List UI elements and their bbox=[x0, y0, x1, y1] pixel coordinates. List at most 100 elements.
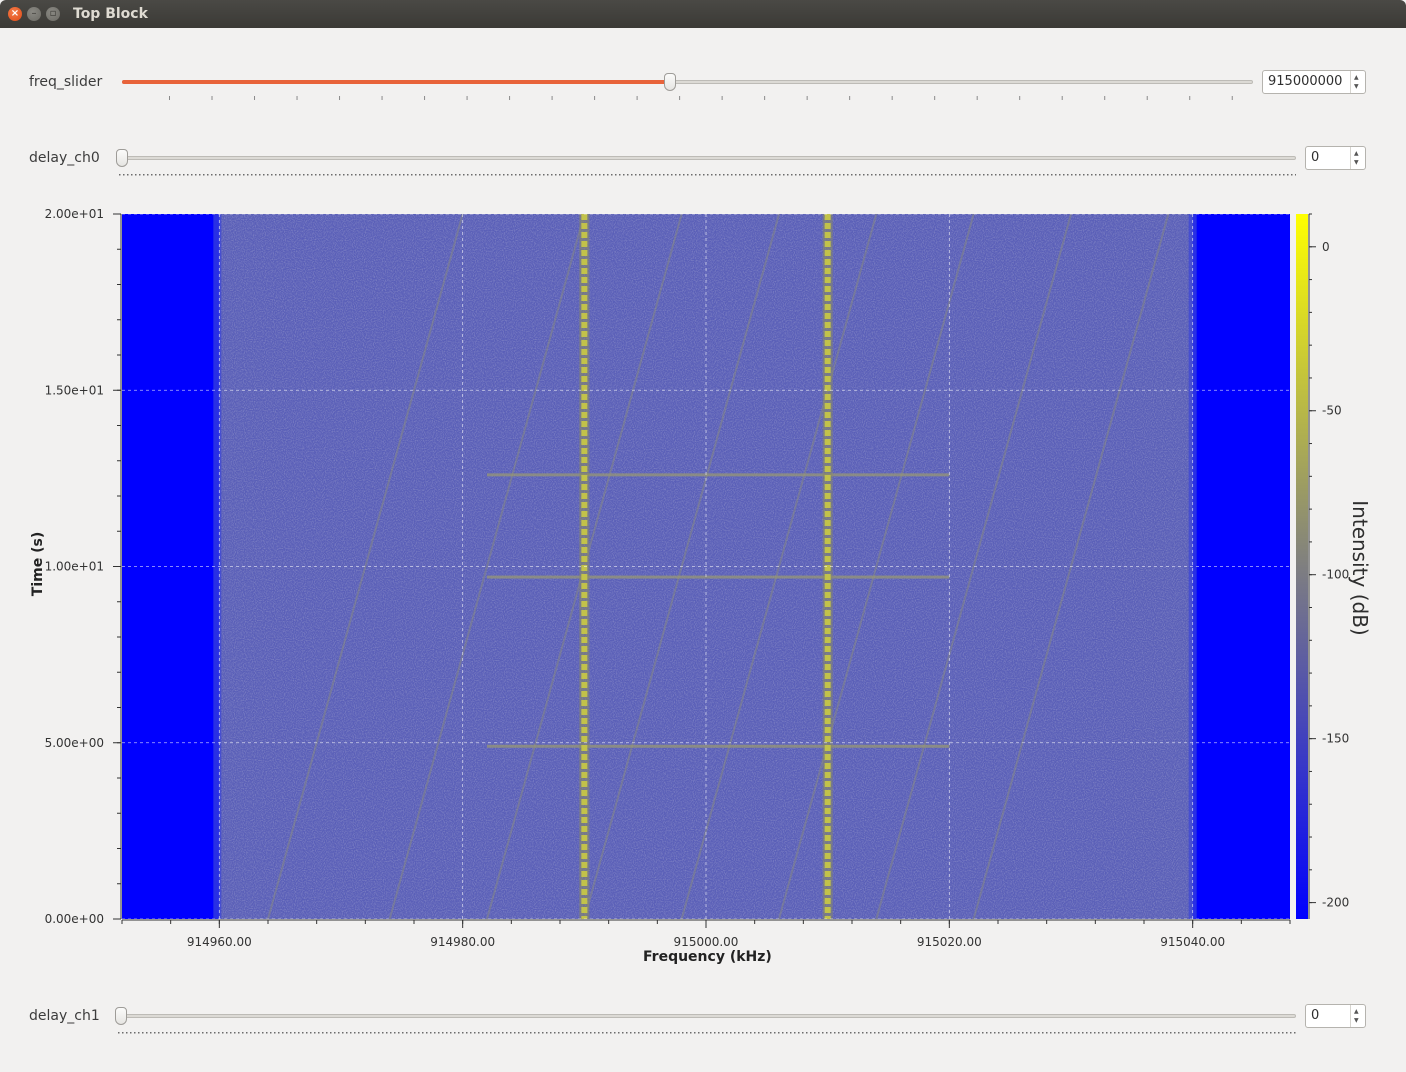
slider-tick bbox=[242, 1032, 244, 1034]
slider-tick bbox=[555, 174, 557, 176]
carrier-segment bbox=[824, 790, 831, 796]
slider-tick bbox=[296, 96, 298, 100]
maximize-icon[interactable]: ▫ bbox=[46, 7, 60, 21]
delay-ch0-spin-arrows[interactable]: ▲ ▼ bbox=[1350, 147, 1365, 169]
slider-tick bbox=[370, 1032, 372, 1034]
slider-tick bbox=[747, 174, 749, 176]
delay-ch1-track[interactable] bbox=[118, 1014, 1296, 1018]
carrier-segment bbox=[581, 529, 588, 535]
carrier-segment bbox=[581, 763, 588, 769]
slider-tick bbox=[1066, 1032, 1068, 1034]
slider-tick bbox=[155, 174, 157, 176]
slider-tick bbox=[187, 174, 189, 176]
delay-ch1-value[interactable]: 0 bbox=[1311, 1008, 1319, 1023]
slider-tick bbox=[1214, 1032, 1216, 1034]
slider-tick bbox=[815, 174, 817, 176]
slider-tick bbox=[1038, 1032, 1040, 1034]
slider-tick bbox=[914, 1032, 916, 1034]
slider-tick bbox=[1063, 174, 1065, 176]
slider-tick bbox=[415, 174, 417, 176]
slider-tick bbox=[955, 174, 957, 176]
slider-tick bbox=[1274, 1032, 1276, 1034]
slider-tick bbox=[291, 174, 293, 176]
slider-tick bbox=[755, 174, 757, 176]
carrier-segment bbox=[824, 754, 831, 760]
spin-down-icon[interactable]: ▼ bbox=[1354, 1018, 1359, 1024]
slider-tick bbox=[766, 1032, 768, 1034]
colorbar-tick-label: -50 bbox=[1322, 404, 1342, 418]
freq-slider-handle[interactable] bbox=[664, 73, 676, 91]
slider-tick bbox=[1035, 174, 1037, 176]
slider-tick bbox=[366, 1032, 368, 1034]
slider-tick bbox=[338, 1032, 340, 1034]
slider-tick bbox=[126, 1032, 128, 1034]
carrier-segment bbox=[581, 871, 588, 877]
delay-ch0-value[interactable]: 0 bbox=[1311, 150, 1319, 165]
freq-slider-spinbox[interactable]: 915000000 ▲ ▼ bbox=[1262, 70, 1366, 94]
slider-tick bbox=[1215, 174, 1217, 176]
slider-tick bbox=[1075, 174, 1077, 176]
slider-tick bbox=[890, 1032, 892, 1034]
slider-tick bbox=[1135, 174, 1137, 176]
carrier-segment bbox=[824, 709, 831, 715]
delay-ch1-handle[interactable] bbox=[115, 1007, 127, 1025]
slider-tick bbox=[1246, 1032, 1248, 1034]
carrier-segment bbox=[824, 430, 831, 436]
slider-tick bbox=[1104, 96, 1106, 100]
slider-tick bbox=[158, 1032, 160, 1034]
spin-up-icon[interactable]: ▲ bbox=[1354, 75, 1359, 81]
slider-tick bbox=[542, 1032, 544, 1034]
slider-tick bbox=[1094, 1032, 1096, 1034]
slider-tick bbox=[731, 174, 733, 176]
slider-tick bbox=[238, 1032, 240, 1034]
slider-tick bbox=[695, 174, 697, 176]
slider-tick bbox=[546, 1032, 548, 1034]
slider-tick bbox=[942, 1032, 944, 1034]
slider-tick bbox=[671, 174, 673, 176]
slider-tick bbox=[507, 174, 509, 176]
slider-tick bbox=[179, 174, 181, 176]
slider-tick bbox=[418, 1032, 420, 1034]
freq-slider-value[interactable]: 915000000 bbox=[1268, 74, 1342, 89]
delay-ch0-track[interactable] bbox=[119, 156, 1296, 160]
waterfall-plot[interactable]: 914960.00 914980.00 915000.00 915020.00 9150… bbox=[0, 195, 1406, 975]
delay-ch0-spinbox[interactable]: 0 ▲ ▼ bbox=[1305, 146, 1366, 170]
slider-tick bbox=[530, 1032, 532, 1034]
slider-tick bbox=[726, 1032, 728, 1034]
close-icon[interactable]: × bbox=[8, 7, 22, 21]
slider-tick bbox=[511, 174, 513, 176]
slider-tick bbox=[686, 1032, 688, 1034]
spin-down-icon[interactable]: ▼ bbox=[1354, 160, 1359, 166]
slider-tick bbox=[406, 1032, 408, 1034]
slider-tick bbox=[562, 1032, 564, 1034]
slider-tick bbox=[803, 174, 805, 176]
minimize-icon[interactable]: – bbox=[27, 7, 41, 21]
slider-tick bbox=[1114, 1032, 1116, 1034]
delay-ch0-handle[interactable] bbox=[116, 149, 128, 167]
slider-tick bbox=[550, 1032, 552, 1034]
spin-up-icon[interactable]: ▲ bbox=[1354, 151, 1359, 157]
slider-tick bbox=[606, 1032, 608, 1034]
slider-tick bbox=[1235, 174, 1237, 176]
slider-tick bbox=[362, 1032, 364, 1034]
delay-ch1-spinbox[interactable]: 0 ▲ ▼ bbox=[1305, 1004, 1366, 1028]
slider-tick bbox=[306, 1032, 308, 1034]
spin-up-icon[interactable]: ▲ bbox=[1354, 1009, 1359, 1015]
slider-tick bbox=[1015, 174, 1017, 176]
slider-tick bbox=[235, 174, 237, 176]
spin-down-icon[interactable]: ▼ bbox=[1354, 84, 1359, 90]
slider-tick bbox=[327, 174, 329, 176]
freq-spin-arrows[interactable]: ▲ ▼ bbox=[1350, 71, 1365, 93]
slider-tick bbox=[786, 1032, 788, 1034]
carrier-segment bbox=[581, 439, 588, 445]
slider-tick bbox=[830, 1032, 832, 1034]
slider-tick bbox=[218, 1032, 220, 1034]
slider-tick bbox=[206, 1032, 208, 1034]
slider-tick bbox=[443, 174, 445, 176]
slider-tick bbox=[991, 174, 993, 176]
slider-tick bbox=[486, 1032, 488, 1034]
delay-ch1-spin-arrows[interactable]: ▲ ▼ bbox=[1350, 1005, 1365, 1027]
slider-tick bbox=[331, 174, 333, 176]
carrier-segment bbox=[824, 835, 831, 841]
slider-tick bbox=[742, 1032, 744, 1034]
